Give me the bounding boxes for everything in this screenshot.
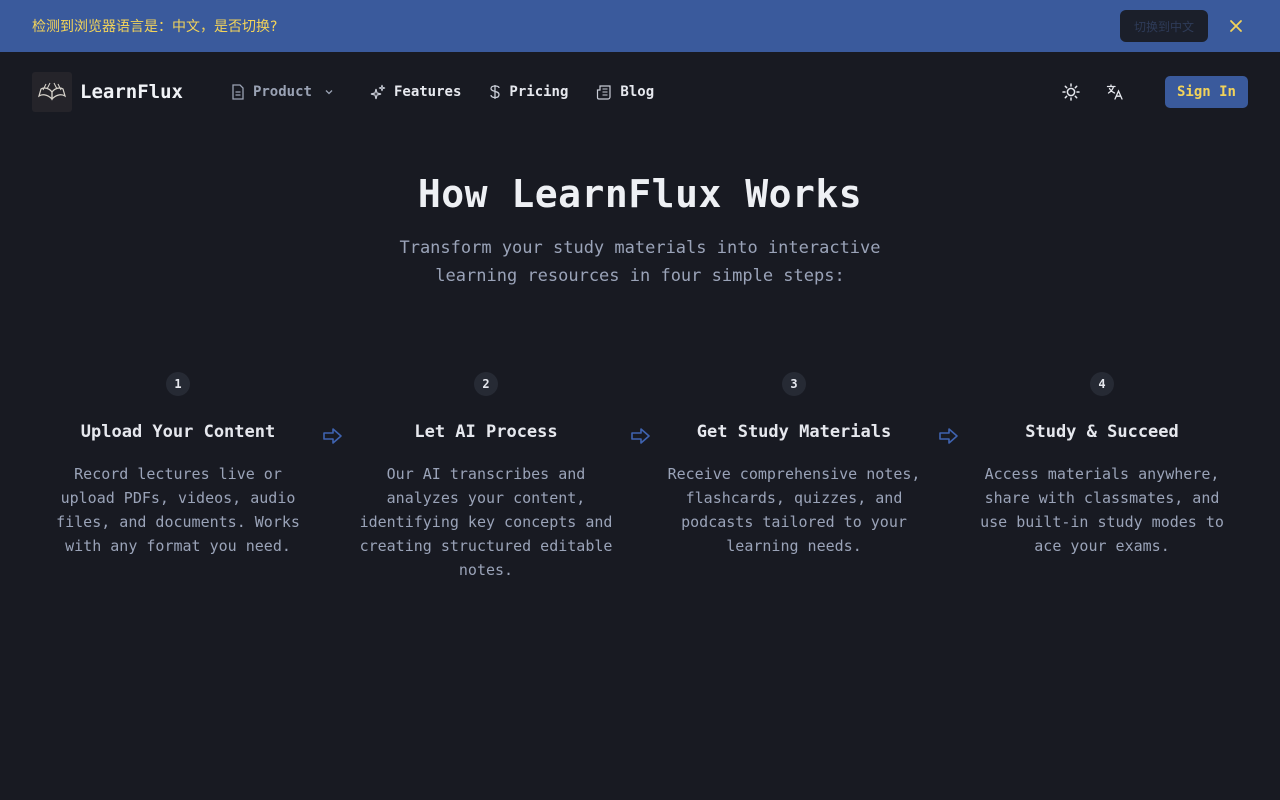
step-title: Let AI Process: [414, 422, 558, 442]
language-banner: 检测到浏览器语言是：中文，是否切换? 切换到中文: [0, 0, 1280, 52]
page-subtitle: Transform your study materials into inte…: [399, 238, 881, 286]
page-title: How LearnFlux Works: [417, 172, 863, 216]
translate-icon[interactable]: [1101, 78, 1129, 106]
document-icon: [232, 84, 244, 100]
step-description: Our AI transcribes and analyzes your con…: [359, 465, 613, 579]
nav-pricing[interactable]: Pricing: [489, 84, 568, 100]
banner-message: 检测到浏览器语言是：中文，是否切换?: [32, 19, 278, 35]
nav-blog-label: Blog: [620, 84, 655, 100]
nav-product[interactable]: Product: [231, 84, 342, 100]
steps-section: 1 Upload Your Content Record lectures li…: [24, 372, 1256, 582]
step-card: 1 Upload Your Content Record lectures li…: [24, 372, 342, 582]
step-title: Study & Succeed: [1025, 422, 1179, 442]
brand-name[interactable]: LearnFlux: [80, 81, 183, 103]
nav-actions: Sign In: [1057, 76, 1248, 108]
step-number: 4: [1090, 372, 1114, 396]
logo-icon[interactable]: [32, 72, 72, 112]
step-number: 3: [782, 372, 806, 396]
nav-product-label: Product: [252, 84, 312, 100]
dollar-icon: [490, 85, 501, 99]
sun-icon[interactable]: [1057, 78, 1085, 106]
sparkles-icon: [370, 84, 386, 100]
step-description: Access materials anywhere, share with cl…: [980, 465, 1224, 555]
step-number: 2: [474, 372, 498, 396]
close-icon[interactable]: [1224, 14, 1248, 38]
step-description: Record lectures live or upload PDFs, vid…: [56, 465, 300, 555]
chevron-down-icon: [325, 90, 333, 95]
nav-pricing-label: Pricing: [509, 84, 569, 100]
switch-language-button[interactable]: 切换到中文: [1119, 10, 1208, 42]
sign-in-button[interactable]: Sign In: [1164, 76, 1248, 108]
nav-blog[interactable]: Blog: [596, 84, 654, 100]
nav-features[interactable]: Features: [370, 84, 461, 100]
step-title: Upload Your Content: [80, 422, 276, 442]
nav-features-label: Features: [393, 84, 462, 100]
top-nav: LearnFlux Product Features Pricing Blog: [0, 52, 1280, 132]
step-card: 3 Get Study Materials Receive comprehens…: [640, 372, 958, 582]
step-card: 2 Let AI Process Our AI transcribes and …: [332, 372, 650, 582]
step-description: Receive comprehensive notes, flashcards,…: [667, 465, 921, 555]
step-card: 4 Study & Succeed Access materials anywh…: [948, 372, 1256, 582]
step-number: 1: [166, 372, 190, 396]
newspaper-icon: [597, 85, 612, 100]
step-title: Get Study Materials: [696, 422, 892, 442]
